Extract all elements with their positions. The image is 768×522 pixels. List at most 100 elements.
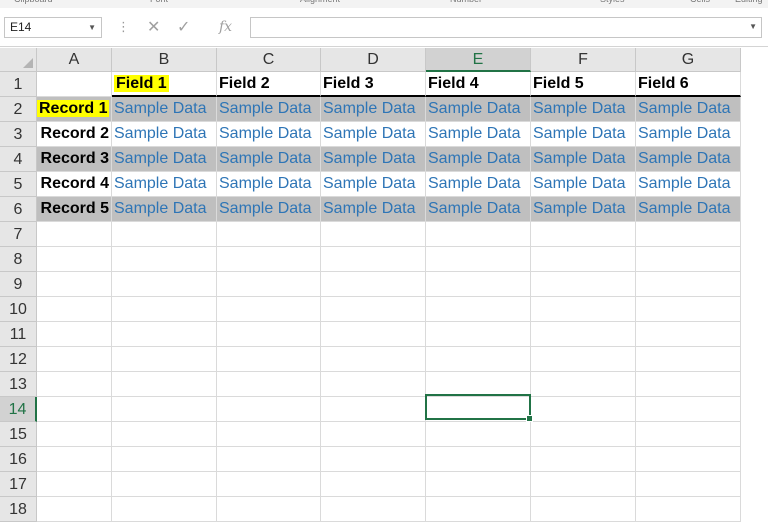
cell[interactable] <box>636 397 741 422</box>
cell[interactable] <box>217 397 321 422</box>
cell[interactable] <box>112 222 217 247</box>
record-name-cell[interactable]: Record 2 <box>37 122 112 147</box>
cell[interactable] <box>321 322 426 347</box>
cell[interactable] <box>426 347 531 372</box>
cell[interactable] <box>37 372 112 397</box>
field-header-cell[interactable]: Field 3 <box>321 72 426 97</box>
cell[interactable] <box>37 397 112 422</box>
cell[interactable] <box>321 247 426 272</box>
cell[interactable] <box>37 422 112 447</box>
active-cell-selection[interactable] <box>425 394 533 422</box>
cell[interactable] <box>636 372 741 397</box>
check-icon[interactable]: ✓ <box>177 17 190 38</box>
field-header-cell[interactable]: Field 2 <box>217 72 321 97</box>
column-header-a[interactable]: A <box>37 48 112 72</box>
cell[interactable] <box>112 322 217 347</box>
cell[interactable] <box>217 297 321 322</box>
cell[interactable] <box>37 272 112 297</box>
row-header-9[interactable]: 9 <box>0 272 37 297</box>
cell[interactable] <box>426 222 531 247</box>
cell[interactable] <box>426 297 531 322</box>
data-cell[interactable]: Sample Data <box>426 97 531 122</box>
row-header-3[interactable]: 3 <box>0 122 37 147</box>
row-header-14[interactable]: 14 <box>0 397 37 422</box>
data-cell[interactable]: Sample Data <box>426 147 531 172</box>
row-header-11[interactable]: 11 <box>0 322 37 347</box>
cell[interactable] <box>217 472 321 497</box>
row-header-4[interactable]: 4 <box>0 147 37 172</box>
cell[interactable] <box>217 347 321 372</box>
cell[interactable] <box>112 372 217 397</box>
column-header-d[interactable]: D <box>321 48 426 72</box>
column-header-c[interactable]: C <box>217 48 321 72</box>
column-header-f[interactable]: F <box>531 48 636 72</box>
cell[interactable] <box>217 422 321 447</box>
cell[interactable] <box>37 247 112 272</box>
data-cell[interactable]: Sample Data <box>321 97 426 122</box>
data-cell[interactable]: Sample Data <box>217 197 321 222</box>
record-name-cell[interactable]: Record 5 <box>37 197 112 222</box>
data-cell[interactable]: Sample Data <box>636 197 741 222</box>
cell[interactable] <box>37 297 112 322</box>
chevron-down-icon[interactable]: ▼ <box>88 18 96 37</box>
row-header-5[interactable]: 5 <box>0 172 37 197</box>
cell[interactable] <box>217 247 321 272</box>
data-cell[interactable]: Sample Data <box>112 147 217 172</box>
data-cell[interactable]: Sample Data <box>636 172 741 197</box>
cell[interactable] <box>112 397 217 422</box>
data-cell[interactable]: Sample Data <box>112 172 217 197</box>
fill-handle[interactable] <box>526 415 533 422</box>
field-header-cell[interactable]: Field 5 <box>531 72 636 97</box>
vertical-scrollbar[interactable] <box>742 72 768 512</box>
cell[interactable] <box>426 472 531 497</box>
data-cell[interactable]: Sample Data <box>217 97 321 122</box>
cell[interactable] <box>112 497 217 522</box>
cell[interactable] <box>37 447 112 472</box>
cell[interactable] <box>531 272 636 297</box>
data-cell[interactable]: Sample Data <box>636 147 741 172</box>
cell[interactable] <box>531 247 636 272</box>
row-header-2[interactable]: 2 <box>0 97 37 122</box>
cell[interactable] <box>636 347 741 372</box>
cell[interactable] <box>37 347 112 372</box>
cell[interactable] <box>112 347 217 372</box>
row-header-7[interactable]: 7 <box>0 222 37 247</box>
row-header-13[interactable]: 13 <box>0 372 37 397</box>
cell[interactable] <box>112 297 217 322</box>
cancel-icon[interactable]: ✕ <box>147 17 160 38</box>
record-name-cell[interactable]: Record 3 <box>37 147 112 172</box>
column-header-e[interactable]: E <box>426 48 531 72</box>
cell[interactable] <box>636 422 741 447</box>
cell[interactable] <box>426 247 531 272</box>
cell[interactable] <box>217 222 321 247</box>
cell[interactable] <box>112 447 217 472</box>
data-cell[interactable]: Sample Data <box>112 97 217 122</box>
data-cell[interactable]: Sample Data <box>112 197 217 222</box>
cell[interactable] <box>531 372 636 397</box>
data-cell[interactable]: Sample Data <box>321 197 426 222</box>
cell[interactable] <box>636 272 741 297</box>
cell[interactable] <box>37 322 112 347</box>
cell[interactable] <box>636 247 741 272</box>
cell[interactable] <box>321 397 426 422</box>
data-cell[interactable]: Sample Data <box>426 197 531 222</box>
data-cell[interactable]: Sample Data <box>321 122 426 147</box>
data-cell[interactable]: Sample Data <box>531 147 636 172</box>
field-header-cell[interactable] <box>37 72 112 97</box>
cell[interactable] <box>217 447 321 472</box>
cell[interactable] <box>321 422 426 447</box>
cell[interactable] <box>531 397 636 422</box>
data-cell[interactable]: Sample Data <box>531 122 636 147</box>
row-header-10[interactable]: 10 <box>0 297 37 322</box>
data-cell[interactable]: Sample Data <box>531 197 636 222</box>
cell[interactable] <box>321 472 426 497</box>
cell[interactable] <box>426 322 531 347</box>
cell[interactable] <box>636 447 741 472</box>
data-cell[interactable]: Sample Data <box>217 172 321 197</box>
insert-function-icon[interactable]: fx <box>219 17 232 38</box>
select-all-button[interactable] <box>0 48 37 72</box>
row-header-17[interactable]: 17 <box>0 472 37 497</box>
cell[interactable] <box>112 422 217 447</box>
cell[interactable] <box>636 297 741 322</box>
name-box[interactable]: E14 ▼ <box>4 17 102 38</box>
